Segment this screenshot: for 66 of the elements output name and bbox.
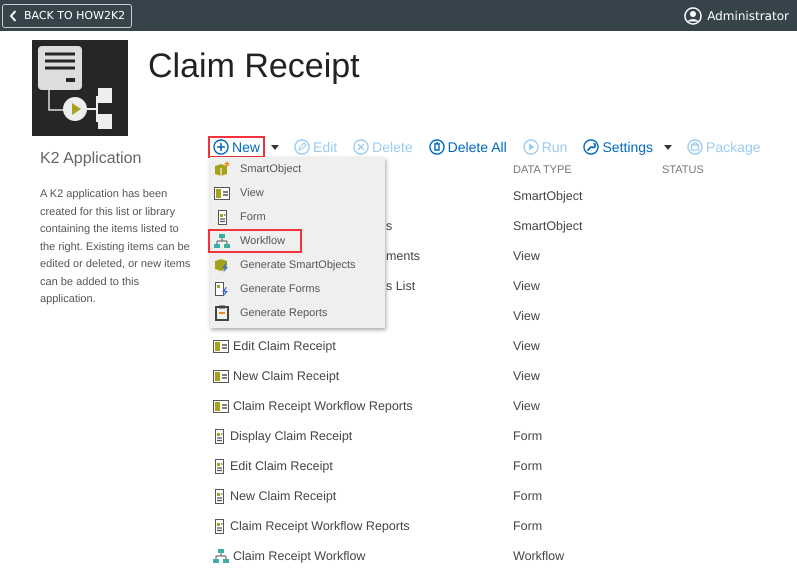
view-icon xyxy=(213,369,229,383)
data-type: Form xyxy=(513,459,544,473)
item-name[interactable]: Claim Receipt Workflow Reports xyxy=(233,399,413,413)
cube-icon xyxy=(214,161,230,177)
play-icon xyxy=(522,139,539,155)
page-title: Claim Receipt xyxy=(148,47,360,87)
cube-bolt-icon xyxy=(214,257,230,273)
item-name[interactable]: Edit Claim Receipt xyxy=(233,339,336,353)
item-name[interactable]: s List xyxy=(386,279,416,293)
column-header: DATA TYPE xyxy=(513,164,573,176)
description-text: A K2 application has been created for this list or library containing the items listed to the right. Existing items can be edited or deleted, or new items can be added to this application. xyxy=(40,187,192,307)
data-type: SmartObject xyxy=(513,189,584,203)
menu-item[interactable]: View xyxy=(208,181,378,205)
menu-item[interactable]: Form xyxy=(208,205,378,229)
package-icon xyxy=(687,139,704,155)
menu-item[interactable]: Workflow xyxy=(208,229,302,253)
data-type: Form xyxy=(513,429,544,443)
section-heading: K2 Application xyxy=(40,150,142,168)
item-name[interactable]: New Claim Receipt xyxy=(233,369,340,383)
column-header: STATUS xyxy=(662,164,705,176)
form-icon xyxy=(213,428,226,444)
item-name[interactable]: Claim Receipt Workflow Reports xyxy=(230,519,410,533)
data-type: Form xyxy=(513,519,544,533)
toolbar-button[interactable]: Delete All xyxy=(424,136,512,158)
data-type: View xyxy=(513,249,541,263)
menu-item[interactable]: Generate Reports xyxy=(208,301,378,325)
user-name[interactable]: Administrator xyxy=(707,8,789,22)
view-icon xyxy=(214,186,230,200)
trash-icon xyxy=(428,139,445,155)
menu-item[interactable]: Generate Forms xyxy=(208,277,378,301)
form-bolt-icon xyxy=(214,281,230,297)
data-type: SmartObject xyxy=(513,219,584,233)
data-type: View xyxy=(513,399,541,413)
item-name[interactable]: s xyxy=(386,219,392,233)
caret-icon[interactable] xyxy=(664,144,672,150)
data-type: Form xyxy=(513,489,544,503)
data-type: View xyxy=(513,339,541,353)
wrench-icon xyxy=(583,139,600,155)
item-name[interactable]: ments xyxy=(386,249,420,263)
form-icon xyxy=(213,518,226,534)
form-icon xyxy=(213,488,226,504)
back-button[interactable]: BACK TO HOW2K2 xyxy=(2,4,132,28)
menu-item[interactable]: SmartObject xyxy=(208,157,378,181)
menu-item[interactable]: Generate SmartObjects xyxy=(208,253,378,277)
plus-icon xyxy=(213,139,229,155)
view-icon xyxy=(213,399,229,413)
data-type: View xyxy=(513,369,541,383)
workflow-icon xyxy=(213,548,229,564)
form-icon xyxy=(213,458,226,474)
chevron-left-icon xyxy=(9,10,17,22)
item-name[interactable]: Edit Claim Receipt xyxy=(230,459,333,473)
workflow-icon xyxy=(214,233,230,249)
close-icon xyxy=(353,139,370,155)
item-name[interactable]: New Claim Receipt xyxy=(230,489,336,503)
caret-icon[interactable] xyxy=(271,144,280,150)
data-type: Workflow xyxy=(513,549,566,563)
view-icon xyxy=(213,339,229,353)
data-type: View xyxy=(513,309,541,323)
data-type: View xyxy=(513,279,541,293)
toolbar-button[interactable]: Settings xyxy=(578,136,658,158)
form-icon xyxy=(216,209,228,225)
clipboard-icon xyxy=(215,305,229,321)
item-name[interactable]: Claim Receipt Workflow xyxy=(233,549,366,563)
pencil-icon xyxy=(294,139,310,155)
item-name[interactable]: Display Claim Receipt xyxy=(230,429,352,443)
user-avatar-icon[interactable] xyxy=(684,6,702,24)
